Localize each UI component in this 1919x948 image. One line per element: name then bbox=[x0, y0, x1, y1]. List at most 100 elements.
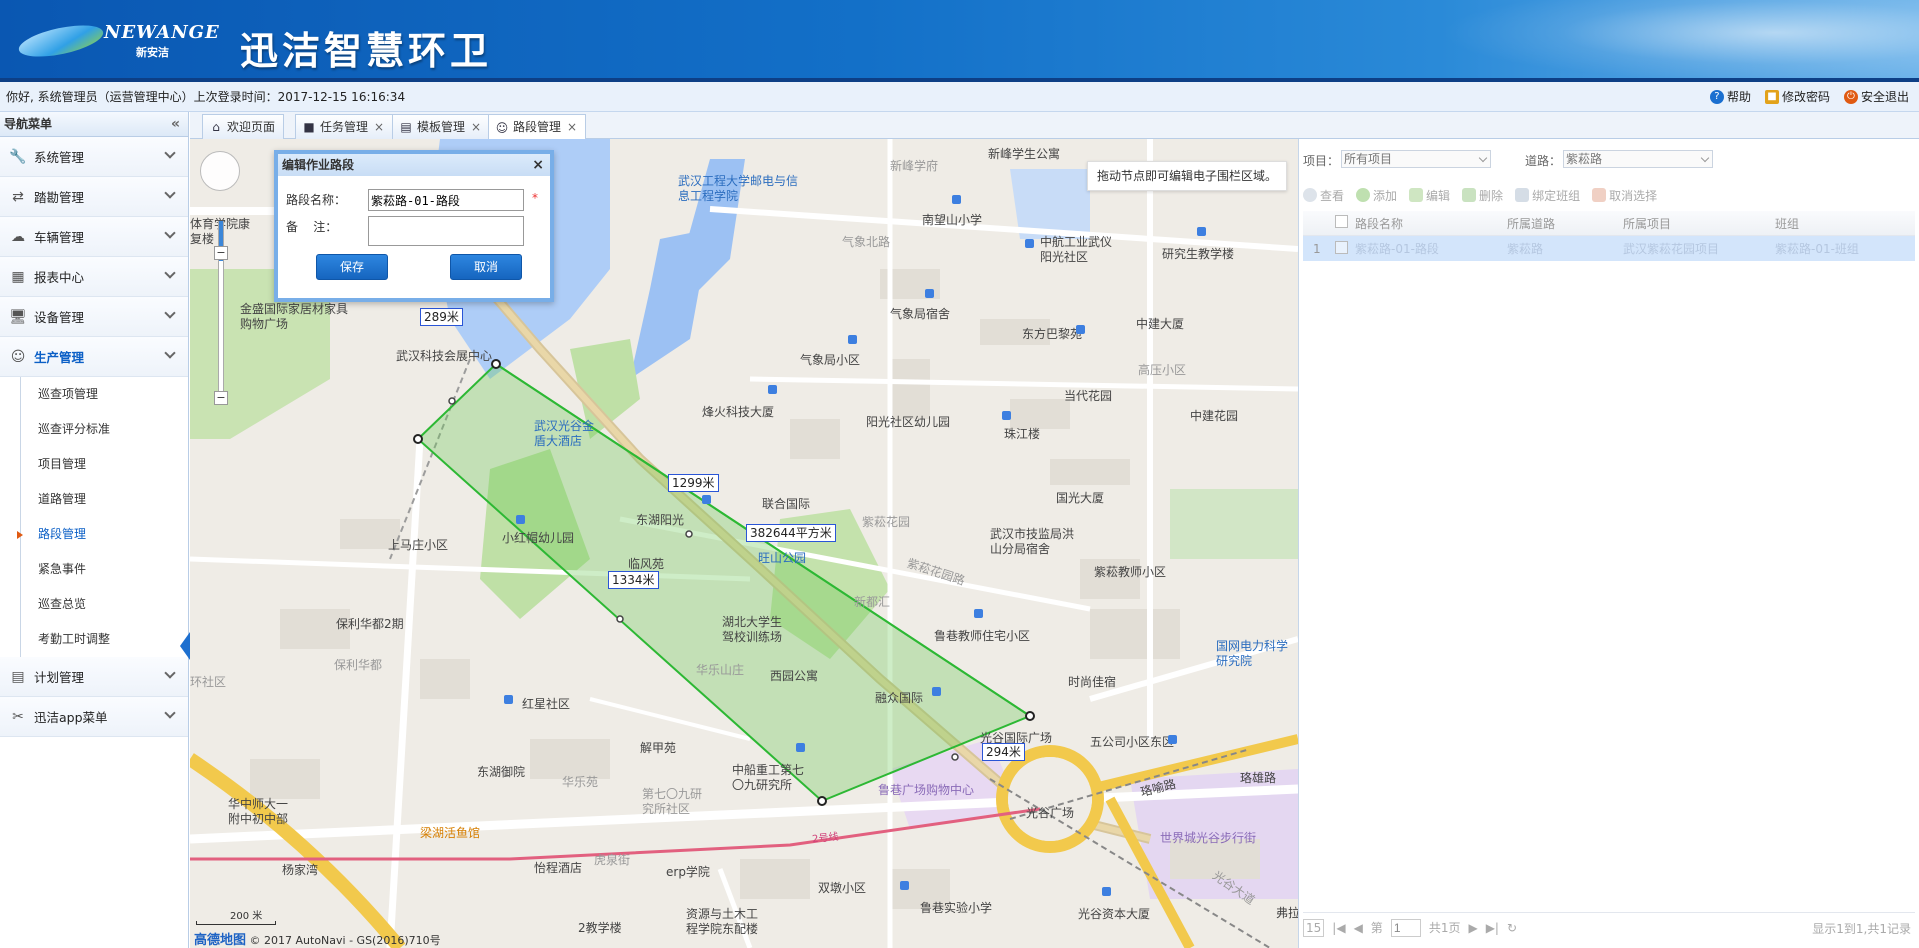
map-label: 旺山公园 bbox=[758, 551, 807, 565]
map-label: 弗拉 bbox=[1276, 906, 1298, 920]
map-label: 梁湖活鱼馆 bbox=[420, 826, 481, 840]
close-icon[interactable]: × bbox=[532, 154, 544, 176]
close-icon[interactable]: × bbox=[374, 116, 384, 139]
page-number-input[interactable] bbox=[1390, 918, 1421, 937]
view-button[interactable]: 查看 bbox=[1303, 187, 1344, 204]
logo-brand-cn: 新安洁 bbox=[136, 46, 169, 59]
refresh-icon[interactable]: ↻ bbox=[1507, 921, 1517, 935]
tools-icon: ✂ bbox=[12, 708, 24, 725]
last-page-icon[interactable]: ▶| bbox=[1486, 921, 1499, 935]
collapse-sidebar-icon[interactable]: « bbox=[171, 112, 180, 137]
tab-task-management[interactable]: ■ 任务管理 × bbox=[295, 114, 394, 139]
remark-input[interactable] bbox=[368, 216, 524, 246]
menu-group-label: 报表中心 bbox=[34, 270, 85, 285]
clear-selection-button[interactable]: 取消选择 bbox=[1592, 187, 1657, 204]
prev-page-icon[interactable]: ◀ bbox=[1354, 921, 1363, 935]
map-label: 珞雄路 bbox=[1240, 771, 1277, 785]
sidebar-item-inspection-items[interactable]: 巡查项管理 bbox=[0, 377, 188, 412]
edit-icon bbox=[1409, 188, 1424, 202]
close-icon[interactable]: × bbox=[471, 116, 481, 139]
tab-template-management[interactable]: ▤ 模板管理 × bbox=[392, 114, 491, 139]
logout-link[interactable]: ⏻ 安全退出 bbox=[1843, 82, 1909, 112]
row-checkbox[interactable] bbox=[1335, 240, 1348, 254]
sidebar-item-inspection-overview[interactable]: 巡查总览 bbox=[0, 587, 188, 622]
cancel-button[interactable]: 取消 bbox=[450, 254, 522, 280]
map-label: 高压小区 bbox=[1138, 363, 1187, 377]
pan-control[interactable] bbox=[200, 151, 240, 191]
map-label: 华乐山庄 bbox=[696, 663, 745, 677]
map-label: 中建花园 bbox=[1190, 409, 1239, 423]
help-link[interactable]: ? 帮助 bbox=[1709, 82, 1751, 112]
menu-group-plan[interactable]: ▤ 计划管理 bbox=[0, 657, 188, 697]
sidebar-item-projects[interactable]: 项目管理 bbox=[0, 447, 188, 482]
sidebar-item-road-sections[interactable]: 路段管理 bbox=[0, 517, 188, 552]
chevron-down-icon bbox=[164, 227, 176, 239]
poi-marker bbox=[974, 609, 983, 618]
column-header[interactable]: 班组 bbox=[1771, 215, 1901, 232]
map-label: 资源与土木工程学院东配楼 bbox=[686, 907, 759, 936]
next-page-icon[interactable]: ▶ bbox=[1468, 921, 1477, 935]
menu-group-survey[interactable]: ⇄ 踏勘管理 bbox=[0, 177, 188, 217]
first-page-icon[interactable]: |◀ bbox=[1332, 921, 1345, 935]
save-button[interactable]: 保存 bbox=[316, 254, 388, 280]
menu-group-app[interactable]: ✂ 迅洁app菜单 bbox=[0, 697, 188, 737]
chevron-down-icon bbox=[164, 187, 176, 199]
map-label: 华乐苑 bbox=[562, 775, 599, 789]
road-select[interactable]: 紫菘路 bbox=[1563, 150, 1713, 168]
delete-button[interactable]: 删除 bbox=[1462, 187, 1503, 204]
top-links: ? 帮助 ■ 修改密码 ⏻ 安全退出 bbox=[1709, 82, 1909, 112]
map-label: 红星社区 bbox=[522, 697, 571, 711]
undo-icon bbox=[1592, 188, 1607, 202]
tab-road-section-management[interactable]: ☺ 路段管理 × bbox=[488, 114, 587, 140]
close-icon[interactable]: × bbox=[567, 116, 577, 139]
edit-label: 编辑 bbox=[1426, 188, 1451, 203]
map-label: 研究生教学楼 bbox=[1162, 247, 1235, 261]
project-select-value: 所有项目 bbox=[1344, 152, 1393, 166]
header-glow bbox=[1439, 0, 1919, 82]
change-password-link[interactable]: ■ 修改密码 bbox=[1764, 82, 1830, 112]
change-password-label: 修改密码 bbox=[1781, 90, 1830, 104]
sidebar-item-roads[interactable]: 道路管理 bbox=[0, 482, 188, 517]
menu-group-vehicle[interactable]: ☁ 车辆管理 bbox=[0, 217, 188, 257]
map-label: 中船重工第七〇九研究所 bbox=[732, 763, 805, 792]
tab-welcome[interactable]: ⌂ 欢迎页面 bbox=[202, 114, 285, 139]
sidebar-item-attendance[interactable]: 考勤工时调整 bbox=[0, 622, 188, 657]
edit-button[interactable]: 编辑 bbox=[1409, 187, 1450, 204]
cell-project: 武汉紫菘花园项目 bbox=[1623, 242, 1720, 256]
map-scale-label: 200 米 bbox=[230, 911, 263, 922]
chevron-down-icon bbox=[164, 267, 176, 279]
zoom-in-button[interactable]: − bbox=[214, 246, 228, 260]
map-view[interactable]: 武汉工程大学邮电与信息工程学院 新峰学府 新峰学生公寓 体育学院康复楼 南望山小… bbox=[190, 139, 1298, 948]
menu-group-system[interactable]: 🔧 系统管理 bbox=[0, 137, 188, 177]
menu-group-label: 设备管理 bbox=[34, 310, 85, 325]
page-size-select[interactable]: 15 bbox=[1303, 918, 1325, 937]
map-label: 解甲苑 bbox=[640, 741, 677, 755]
select-all-checkbox[interactable] bbox=[1335, 215, 1348, 228]
production-submenu: 巡查项管理 巡查评分标准 项目管理 道路管理 路段管理 紧急事件 巡查总览 考勤… bbox=[0, 377, 188, 657]
menu-group-device[interactable]: 🖥 设备管理 bbox=[0, 297, 188, 337]
bind-team-button[interactable]: 绑定班组 bbox=[1515, 187, 1580, 204]
project-select[interactable]: 所有项目 bbox=[1341, 150, 1491, 168]
map-label: 第七〇九研究所社区 bbox=[642, 787, 703, 816]
map-label: 阳光社区幼儿园 bbox=[866, 415, 951, 429]
map-label: 中航工业武仪阳光社区 bbox=[1040, 235, 1113, 264]
pagination: 15 |◀ ◀ 第 共1页 ▶ ▶| ↻ 显示1到1,共1记录 bbox=[1303, 912, 1915, 942]
column-header[interactable]: 所属项目 bbox=[1619, 215, 1771, 232]
menu-group-label: 车辆管理 bbox=[34, 230, 85, 245]
sidebar-item-emergencies[interactable]: 紧急事件 bbox=[0, 552, 188, 587]
remark-label: 备 注： bbox=[286, 220, 338, 234]
menu-group-report[interactable]: ▦ 报表中心 bbox=[0, 257, 188, 297]
column-header[interactable]: 路段名称 bbox=[1351, 215, 1503, 232]
add-button[interactable]: 添加 bbox=[1356, 187, 1397, 204]
logo-brand: NEWANGE bbox=[104, 22, 220, 43]
zoom-out-button[interactable]: − bbox=[214, 391, 228, 405]
menu-group-production[interactable]: ☺ 生产管理 bbox=[0, 337, 188, 377]
map-label: 武汉工程大学邮电与信息工程学院 bbox=[678, 174, 799, 203]
column-header[interactable]: 所属道路 bbox=[1503, 215, 1619, 232]
sidebar-item-scoring-standard[interactable]: 巡查评分标准 bbox=[0, 412, 188, 447]
table-row[interactable]: 1 紫菘路-01-路段 紫菘路 武汉紫菘花园项目 紫菘路-01-班组 bbox=[1303, 236, 1915, 261]
clear-selection-label: 取消选择 bbox=[1609, 188, 1658, 203]
section-name-input[interactable] bbox=[368, 189, 524, 211]
map-label: 2号线 bbox=[811, 831, 840, 846]
chevron-down-icon bbox=[164, 147, 176, 159]
